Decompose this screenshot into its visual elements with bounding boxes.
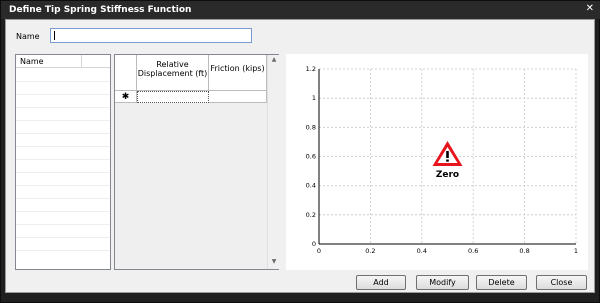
function-plot: 0 0.2 0.4 0.6 0.8 1 0 0.2 0.4 0.6 0.8 1 1.2 Zero <box>286 54 588 270</box>
new-row-marker: ✱ <box>115 91 137 103</box>
x-tick-label: 0 <box>317 247 321 255</box>
data-grid: Relative Displacement (ft) Friction (kip… <box>114 54 279 270</box>
list-row-line <box>16 120 110 121</box>
y-tick-label: 1.2 <box>306 65 316 73</box>
x-tick-label: 0.6 <box>468 247 478 255</box>
grid-corner-header <box>115 55 137 91</box>
list-row-line <box>16 81 110 82</box>
scroll-down-arrow-icon[interactable]: ▼ <box>270 258 278 265</box>
y-tick-label: 0.6 <box>306 153 316 161</box>
dialog-window: Define Tip Spring Stiffness Function ✕ N… <box>0 0 600 303</box>
list-header: Name <box>16 55 110 68</box>
function-name-list[interactable]: Name <box>15 54 111 270</box>
modify-button[interactable]: Modify <box>416 275 469 290</box>
list-row-line <box>16 107 110 108</box>
delete-button[interactable]: Delete <box>476 275 527 290</box>
name-label: Name <box>16 32 40 41</box>
plot-canvas: 0 0.2 0.4 0.6 0.8 1 0 0.2 0.4 0.6 0.8 1 1.2 Zero <box>306 65 578 255</box>
column-header-friction[interactable]: Friction (kips) <box>209 55 267 91</box>
list-row-line <box>16 224 110 225</box>
y-tick-label: 1 <box>312 94 316 102</box>
list-row-line <box>16 159 110 160</box>
close-button[interactable]: Close <box>536 275 587 290</box>
list-row-line <box>16 211 110 212</box>
add-button[interactable]: Add <box>356 275 406 290</box>
list-row-line <box>16 198 110 199</box>
y-tick-label: 0 <box>312 240 316 248</box>
relative-displacement-cell[interactable] <box>137 91 209 103</box>
list-row-line <box>16 172 110 173</box>
x-tick-label: 0.2 <box>365 247 375 255</box>
x-tick-label: 0.4 <box>417 247 427 255</box>
name-input[interactable] <box>50 28 252 43</box>
grid-vertical-scrollbar[interactable]: ▲ ▼ <box>267 55 279 269</box>
list-row-line <box>16 237 110 238</box>
warning-text: Zero <box>436 170 459 180</box>
list-row-line <box>16 250 110 251</box>
warning-exclamation-bar <box>446 151 449 158</box>
x-tick-label: 0.8 <box>519 247 529 255</box>
list-row-line <box>16 146 110 147</box>
list-row-line <box>16 185 110 186</box>
close-icon[interactable]: ✕ <box>586 4 594 14</box>
y-tick-label: 0.8 <box>306 123 316 131</box>
list-row-line <box>16 133 110 134</box>
x-tick-label: 1 <box>574 247 578 255</box>
scroll-up-arrow-icon[interactable]: ▲ <box>270 56 278 63</box>
warning-exclamation-dot <box>446 159 449 162</box>
list-header-name[interactable]: Name <box>16 55 82 68</box>
text-caret <box>54 31 55 40</box>
title-bar: Define Tip Spring Stiffness Function ✕ <box>1 1 600 19</box>
list-row-line <box>16 94 110 95</box>
friction-cell[interactable] <box>209 91 267 103</box>
y-tick-label: 0.2 <box>306 211 316 219</box>
column-header-relative-displacement[interactable]: Relative Displacement (ft) <box>137 55 209 91</box>
dialog-body: Name Name Relative Displacement (ft) Fri… <box>5 19 595 293</box>
dialog-title: Define Tip Spring Stiffness Function <box>9 5 192 15</box>
y-tick-label: 0.4 <box>306 182 316 190</box>
